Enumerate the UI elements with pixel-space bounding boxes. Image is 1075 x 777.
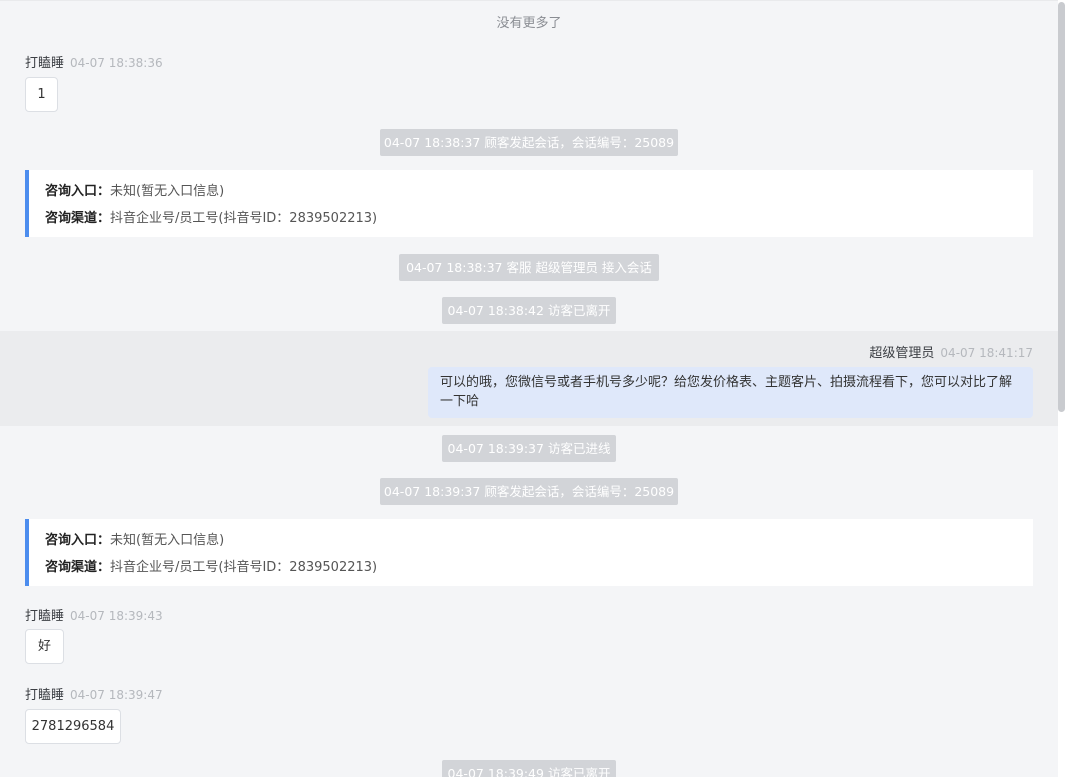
message-time: 04-07 18:41:17 — [940, 346, 1033, 360]
consult-entry-row: 咨询入口：未知(暂无入口信息) — [45, 527, 1033, 554]
message-time: 04-07 18:39:43 — [70, 609, 163, 623]
message-header: 打瞌睡 04-07 18:39:43 — [25, 605, 163, 624]
message-header: 打瞌睡 04-07 18:38:36 — [25, 52, 163, 71]
consult-entry-value: 未知(暂无入口信息) — [110, 533, 225, 548]
consult-channel-label: 咨询渠道： — [45, 560, 111, 575]
system-notice: 04-07 18:38:42 访客已离开 — [442, 297, 616, 324]
customer-message-bubble[interactable]: 好 — [25, 629, 64, 664]
consult-channel-row: 咨询渠道：抖音企业号/员工号(抖音号ID：2839502213) — [45, 554, 1033, 581]
no-more-history-label: 没有更多了 — [496, 16, 562, 31]
consult-info-card: 咨询入口：未知(暂无入口信息) 咨询渠道：抖音企业号/员工号(抖音号ID：283… — [25, 170, 1033, 237]
system-notice: 04-07 18:38:37 顾客发起会话，会话编号：25089 — [380, 129, 678, 156]
sender-name: 打瞌睡 — [25, 56, 65, 71]
system-notice: 04-07 18:39:37 顾客发起会话，会话编号：25089 — [380, 478, 678, 505]
sender-name: 打瞌睡 — [25, 609, 65, 624]
chat-history-panel[interactable]: 没有更多了 打瞌睡 04-07 18:38:36 1 04-07 18:38:37… — [0, 0, 1058, 777]
system-notice: 04-07 18:39:37 访客已进线 — [442, 435, 616, 462]
agent-message-header: 超级管理员 04-07 18:41:17 — [869, 342, 1033, 361]
consult-channel-value: 抖音企业号/员工号(抖音号ID：2839502213) — [110, 211, 378, 226]
consult-entry-label: 咨询入口： — [45, 533, 111, 548]
consult-info-card: 咨询入口：未知(暂无入口信息) 咨询渠道：抖音企业号/员工号(抖音号ID：283… — [25, 519, 1033, 586]
system-notice: 04-07 18:38:37 客服 超级管理员 接入会话 — [399, 254, 659, 281]
consult-entry-value: 未知(暂无入口信息) — [110, 184, 225, 199]
customer-message-bubble[interactable]: 1 — [25, 77, 58, 112]
consult-channel-value: 抖音企业号/员工号(抖音号ID：2839502213) — [110, 560, 378, 575]
scrollbar-thumb[interactable] — [1058, 2, 1065, 412]
message-time: 04-07 18:38:36 — [70, 56, 163, 70]
message-header: 打瞌睡 04-07 18:39:47 — [25, 684, 163, 703]
agent-message-bubble[interactable]: 可以的哦，您微信号或者手机号多少呢？给您发价格表、主题客片、拍摄流程看下，您可以… — [428, 367, 1033, 418]
customer-message-bubble[interactable]: 2781296584 — [25, 709, 121, 744]
consult-channel-label: 咨询渠道： — [45, 211, 111, 226]
consult-channel-row: 咨询渠道：抖音企业号/员工号(抖音号ID：2839502213) — [45, 205, 1033, 232]
consult-entry-label: 咨询入口： — [45, 184, 111, 199]
message-time: 04-07 18:39:47 — [70, 688, 163, 702]
system-notice: 04-07 18:39:49 访客已离开 — [442, 760, 616, 777]
sender-name: 打瞌睡 — [25, 688, 65, 703]
agent-name: 超级管理员 — [869, 346, 935, 361]
consult-entry-row: 咨询入口：未知(暂无入口信息) — [45, 178, 1033, 205]
